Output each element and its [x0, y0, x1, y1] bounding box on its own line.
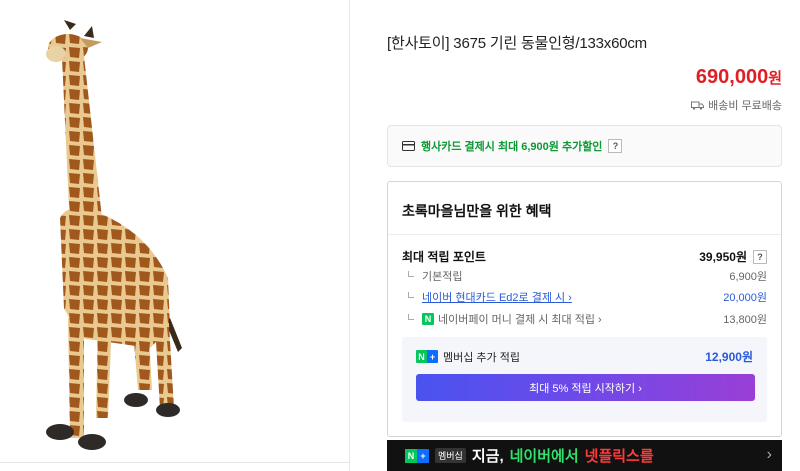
- hyundai-card-row: 네이버 현대카드 Ed2로 결제 시 › 20,000원: [402, 289, 767, 305]
- price-unit: 원: [768, 70, 782, 87]
- membership-badge: 멤버십: [435, 448, 466, 463]
- shipping-text: 배송비 무료배송: [708, 100, 782, 112]
- naver-n-icon: N: [422, 313, 434, 325]
- naverpay-money-link[interactable]: 네이버페이 머니 결제 시 최대 적립 ›: [438, 311, 602, 327]
- banner-text-prefix: 지금,: [471, 448, 504, 465]
- membership-label: 멤버십 추가 적립: [443, 351, 520, 364]
- netflix-promo-banner[interactable]: N + 멤버십 지금, 네이버에서 넷플릭스를 ›: [387, 440, 782, 471]
- hyundai-card-value: 20,000원: [723, 292, 767, 304]
- product-title: [한사토이] 3675 기린 동물인형/133x60cm: [387, 35, 647, 52]
- product-price: 690,000원: [696, 66, 782, 89]
- product-page: [한사토이] 3675 기린 동물인형/133x60cm 690,000원 배송…: [0, 0, 800, 471]
- card-help-button[interactable]: ?: [608, 139, 623, 153]
- max-points-row: 최대 적립 포인트 39,950원 ?: [402, 248, 767, 265]
- max-points-value: 39,950원: [699, 250, 747, 264]
- membership-value: 12,900원: [705, 350, 753, 364]
- shipping-info: 배송비 무료배송: [691, 97, 782, 113]
- card-discount-text: 행사카드 결제시 최대 6,900원 추가할인: [421, 141, 603, 153]
- naverpay-money-value: 13,800원: [723, 314, 767, 326]
- max-points-label: 최대 적립 포인트: [402, 250, 486, 264]
- max-points-help-button[interactable]: ?: [753, 249, 767, 264]
- tree-branch-icon: [408, 271, 414, 277]
- naver-plus-icon: N +: [405, 448, 429, 463]
- giraffe-plush-photo[interactable]: [40, 18, 200, 460]
- truck-icon: [691, 101, 705, 110]
- membership-box: N + 멤버십 추가 적립 12,900원 최대 5% 적립 시작하기 ›: [402, 337, 767, 422]
- tree-branch-icon: [408, 292, 414, 298]
- image-bottom-divider: [0, 462, 349, 463]
- price-value: 690,000: [695, 66, 769, 88]
- membership-row: N + 멤버십 추가 적립 12,900원: [416, 348, 753, 365]
- basic-points-row: 기본적립 6,900원: [402, 268, 767, 284]
- panel-divider: [349, 0, 350, 471]
- hyundai-card-link[interactable]: 네이버 현대카드 Ed2로 결제 시 ›: [422, 289, 572, 305]
- banner-text-green: 네이버에서: [509, 448, 579, 465]
- credit-card-icon: [402, 141, 415, 151]
- banner-text-red: 넷플릭스를: [584, 448, 654, 465]
- naver-plus-icon: N +: [416, 350, 438, 363]
- chevron-right-icon[interactable]: ›: [767, 446, 772, 464]
- basic-points-label: 기본적립: [422, 271, 463, 283]
- membership-start-button[interactable]: 최대 5% 적립 시작하기 ›: [416, 374, 755, 401]
- basic-points-value: 6,900원: [729, 271, 767, 283]
- benefit-divider: [388, 234, 781, 235]
- tree-branch-icon: [408, 314, 414, 320]
- product-image-panel: [0, 0, 349, 471]
- card-discount-box[interactable]: 행사카드 결제시 최대 6,900원 추가할인 ?: [387, 125, 782, 167]
- naverpay-money-row: N 네이버페이 머니 결제 시 최대 적립 › 13,800원: [402, 311, 767, 327]
- benefit-title: 초록마을님만을 위한 혜택: [402, 203, 552, 219]
- benefit-box: 초록마을님만을 위한 혜택 최대 적립 포인트 39,950원 ? 기본적립 6…: [387, 181, 782, 437]
- product-info-panel: [한사토이] 3675 기린 동물인형/133x60cm 690,000원 배송…: [387, 0, 782, 471]
